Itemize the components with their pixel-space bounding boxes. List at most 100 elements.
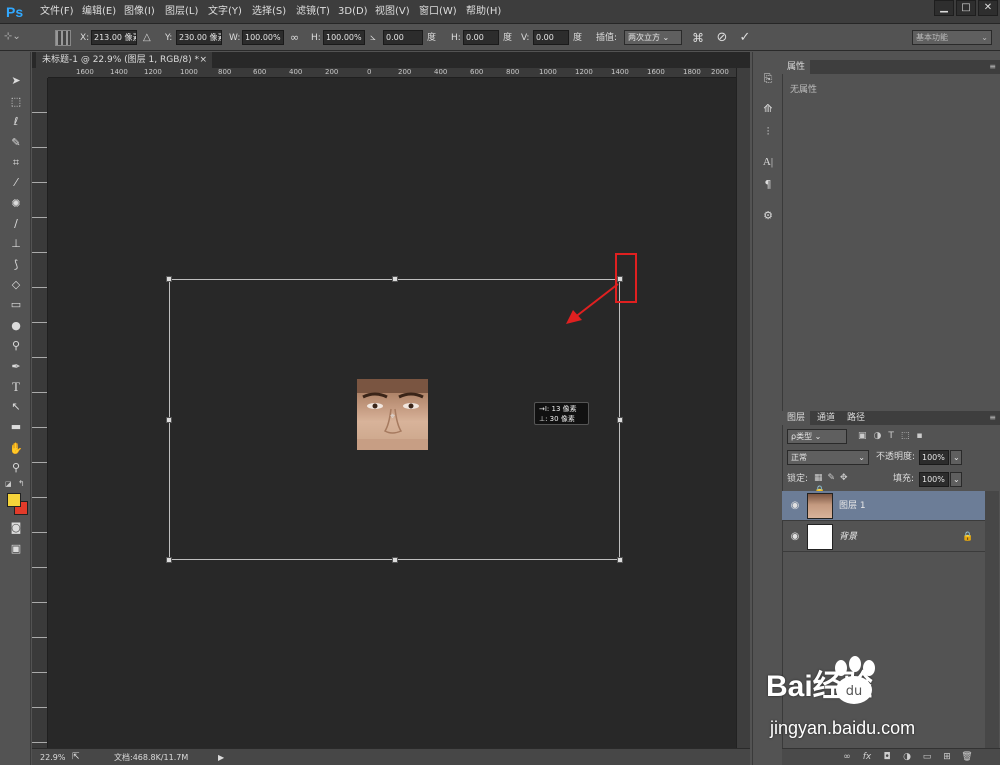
- menu-type[interactable]: 文字(Y): [208, 0, 242, 24]
- transform-handle-right[interactable]: [617, 417, 623, 423]
- tab-paths[interactable]: 路径: [842, 411, 870, 425]
- path-select-tool-icon[interactable]: ↖: [5, 398, 27, 416]
- tool-presets-icon[interactable]: ⚙: [761, 209, 775, 223]
- zoom-tool-icon[interactable]: ⚲: [5, 459, 27, 477]
- layers-menu-icon[interactable]: ≡: [989, 411, 996, 425]
- new-layer-icon[interactable]: ⊞: [940, 750, 954, 764]
- tab-properties[interactable]: 属性: [782, 60, 811, 74]
- gradient-tool-icon[interactable]: ▭: [5, 296, 27, 314]
- menu-window[interactable]: 窗口(W): [419, 0, 457, 24]
- w-field[interactable]: 100.00%: [242, 30, 284, 45]
- transform-handle-top-left[interactable]: [166, 276, 172, 282]
- brush-panel-icon[interactable]: ⟰: [761, 102, 775, 116]
- lock-icons[interactable]: ▦✎✥🔒: [814, 472, 864, 496]
- stamp-tool-icon[interactable]: ⊥: [5, 235, 27, 253]
- menu-filter[interactable]: 滤镜(T): [296, 0, 330, 24]
- close-window-button[interactable]: ✕: [978, 0, 998, 16]
- interp-select[interactable]: 两次立方 ⌄: [624, 30, 682, 45]
- shape-tool-icon[interactable]: ▬: [5, 418, 27, 436]
- lasso-tool-icon[interactable]: ℓ: [5, 113, 27, 131]
- swap-colors-icon[interactable]: ↰: [18, 479, 28, 488]
- history-panel-icon[interactable]: ⎘: [761, 72, 775, 86]
- angle-field[interactable]: 0.00: [383, 30, 423, 45]
- menu-3d[interactable]: 3D(D): [338, 0, 368, 24]
- move-tool-icon[interactable]: ➤: [5, 72, 27, 90]
- fill-dropdown-icon[interactable]: ⌄: [950, 472, 962, 487]
- x-field[interactable]: 213.00 像素: [91, 30, 137, 45]
- opacity-field[interactable]: 100%: [919, 450, 949, 465]
- layer-row[interactable]: ◉ 背景 🔒: [782, 522, 985, 552]
- y-field[interactable]: 230.00 像素: [176, 30, 222, 45]
- quick-mask-icon[interactable]: ◙: [5, 519, 27, 537]
- vskew-field[interactable]: 0.00: [533, 30, 569, 45]
- link-layers-icon[interactable]: ∞: [840, 750, 854, 764]
- screen-mode-icon[interactable]: ▣: [5, 540, 27, 558]
- transform-handle-left[interactable]: [166, 417, 172, 423]
- reference-point-crosshair-icon[interactable]: ⌖: [390, 412, 400, 422]
- warp-icon[interactable]: ⌘: [690, 30, 706, 46]
- visibility-eye-icon[interactable]: ◉: [789, 500, 801, 512]
- document-tab[interactable]: 未标题-1 @ 22.9% (图层 1, RGB/8) * ×: [36, 52, 212, 68]
- fx-icon[interactable]: fx: [860, 750, 874, 764]
- menu-edit[interactable]: 编辑(E): [82, 0, 116, 24]
- menu-file[interactable]: 文件(F): [40, 0, 74, 24]
- paragraph-panel-icon[interactable]: ¶: [761, 178, 775, 192]
- h-field[interactable]: 100.00%: [323, 30, 365, 45]
- default-colors-icon[interactable]: ◪: [5, 480, 15, 488]
- vertical-scrollbar[interactable]: [736, 68, 750, 748]
- pen-tool-icon[interactable]: ✒: [5, 358, 27, 376]
- hskew-field[interactable]: 0.00: [463, 30, 499, 45]
- reference-point-icon[interactable]: [55, 30, 71, 46]
- type-tool-icon[interactable]: T: [5, 378, 27, 396]
- marquee-tool-icon[interactable]: ⬚: [5, 93, 27, 111]
- foreground-color-swatch[interactable]: [7, 493, 21, 507]
- close-tab-icon[interactable]: ×: [199, 52, 207, 68]
- cancel-transform-icon[interactable]: ⊘: [714, 30, 730, 46]
- vertical-ruler[interactable]: [32, 78, 48, 748]
- layer-name[interactable]: 图层 1: [839, 491, 866, 521]
- eyedropper-tool-icon[interactable]: ⁄: [5, 174, 27, 192]
- horizontal-ruler[interactable]: 1600 1400 1200 1000 800 600 400 200 0 20…: [48, 68, 736, 78]
- layer-name[interactable]: 背景: [839, 522, 857, 552]
- export-icon[interactable]: ⇱: [72, 749, 80, 765]
- transform-handle-bottom-right[interactable]: [617, 557, 623, 563]
- menu-help[interactable]: 帮助(H): [466, 0, 501, 24]
- blend-mode-select[interactable]: 正常 ⌄: [787, 450, 869, 465]
- menu-image[interactable]: 图像(I): [124, 0, 155, 24]
- workspace-select[interactable]: 基本功能 ⌄: [912, 30, 992, 45]
- blur-tool-icon[interactable]: ●: [5, 317, 27, 335]
- tab-channels[interactable]: 通道: [812, 411, 840, 425]
- layer-row[interactable]: ◉ 图层 1: [782, 491, 985, 521]
- zoom-level[interactable]: 22.9%: [40, 749, 65, 765]
- healing-tool-icon[interactable]: ✺: [5, 195, 27, 213]
- status-menu-arrow-icon[interactable]: ▶: [218, 749, 224, 765]
- menu-view[interactable]: 视图(V): [375, 0, 410, 24]
- layer-filter-select[interactable]: ρ类型 ⌄: [787, 429, 847, 444]
- minimize-button[interactable]: ▁: [934, 0, 954, 16]
- history-brush-tool-icon[interactable]: ⟆: [5, 256, 27, 274]
- adjustments-panel-icon[interactable]: ⫶: [761, 125, 775, 139]
- dodge-tool-icon[interactable]: ⚲: [5, 337, 27, 355]
- add-mask-icon[interactable]: ◘: [880, 750, 894, 764]
- transform-tool-icon[interactable]: ⊹⌄: [4, 31, 30, 45]
- brush-tool-icon[interactable]: ∕: [5, 215, 27, 233]
- delete-layer-icon[interactable]: 🗑: [960, 750, 974, 764]
- commit-transform-icon[interactable]: ✓: [737, 30, 753, 46]
- tab-layers[interactable]: 图层: [782, 411, 811, 425]
- transform-handle-bottom-left[interactable]: [166, 557, 172, 563]
- layer-filter-icons[interactable]: ▣◑T⬚▪: [858, 429, 968, 444]
- menu-select[interactable]: 选择(S): [252, 0, 286, 24]
- delta-icon[interactable]: △: [143, 25, 151, 51]
- hand-tool-icon[interactable]: ✋: [5, 440, 27, 458]
- crop-tool-icon[interactable]: ⌗: [5, 154, 27, 172]
- character-panel-icon[interactable]: A|: [761, 155, 775, 169]
- visibility-eye-icon[interactable]: ◉: [789, 531, 801, 543]
- link-icon[interactable]: ∞: [290, 25, 299, 51]
- menu-layer[interactable]: 图层(L): [165, 0, 198, 24]
- new-group-icon[interactable]: ▭: [920, 750, 934, 764]
- quick-select-tool-icon[interactable]: ✎: [5, 134, 27, 152]
- fill-field[interactable]: 100%: [919, 472, 949, 487]
- layers-scrollbar[interactable]: [985, 491, 999, 748]
- eraser-tool-icon[interactable]: ◇: [5, 276, 27, 294]
- transform-handle-bottom[interactable]: [392, 557, 398, 563]
